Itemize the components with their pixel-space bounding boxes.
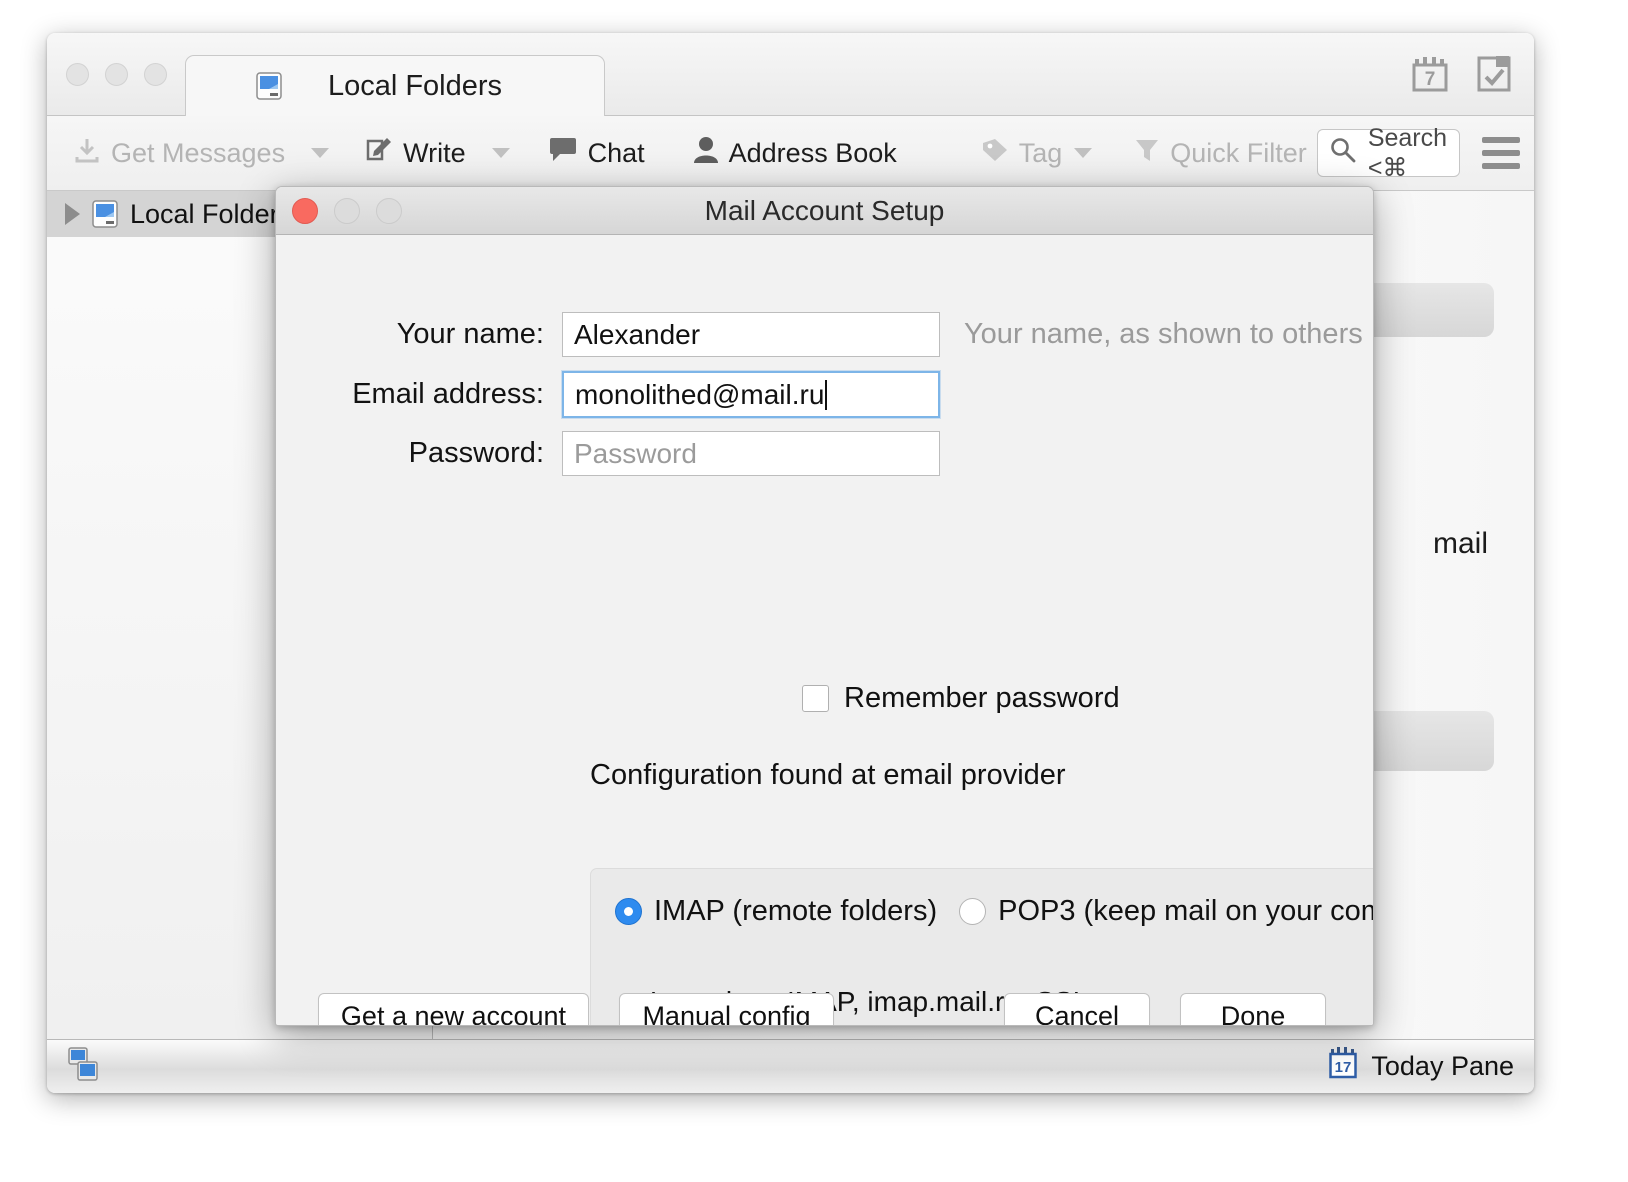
tab-label: Local Folders xyxy=(327,69,503,102)
remember-password-label: Remember password xyxy=(844,682,1120,714)
search-icon xyxy=(1330,137,1356,170)
manual-config-label: Manual config xyxy=(642,1001,811,1026)
pop3-label[interactable]: POP3 (keep mail on your computer) xyxy=(998,895,1373,928)
funnel-icon xyxy=(1134,137,1160,170)
hamburger-bar-1 xyxy=(1482,137,1521,143)
titlebar-icon-group: 7 xyxy=(1412,55,1512,98)
write-button[interactable]: Write xyxy=(355,132,476,175)
window-titlebar: Local Folders 7 xyxy=(47,33,1534,116)
person-icon xyxy=(693,136,719,171)
dialog-minimize-button[interactable] xyxy=(334,198,360,224)
get-messages-button[interactable]: Get Messages xyxy=(63,132,295,175)
chat-bubble-icon xyxy=(548,137,578,170)
local-folders-icon xyxy=(92,200,118,228)
zoom-window-button[interactable] xyxy=(144,63,167,86)
remember-password-row[interactable]: Remember password xyxy=(802,682,1120,715)
hamburger-menu-icon[interactable] xyxy=(1482,137,1521,169)
quick-filter-button[interactable]: Quick Filter xyxy=(1124,133,1317,174)
chat-label: Chat xyxy=(587,137,645,168)
remember-password-checkbox[interactable] xyxy=(802,685,829,712)
address-book-label: Address Book xyxy=(728,137,897,168)
svg-text:17: 17 xyxy=(1335,1059,1352,1076)
cancel-label: Cancel xyxy=(1034,1001,1120,1026)
download-icon xyxy=(73,136,101,171)
write-dropdown-icon[interactable] xyxy=(491,148,510,158)
tag-button[interactable]: Tag xyxy=(971,133,1111,174)
address-book-button[interactable]: Address Book xyxy=(683,132,907,175)
search-placeholder-label: Search <⌘ xyxy=(1367,123,1448,182)
tasks-icon[interactable] xyxy=(1476,55,1512,98)
quick-filter-label: Quick Filter xyxy=(1170,137,1307,168)
dialog-zoom-button[interactable] xyxy=(376,198,402,224)
svg-text:7: 7 xyxy=(1425,69,1436,90)
minimize-window-button[interactable] xyxy=(105,63,128,86)
dialog-body: Your name: Alexander Your name, as shown… xyxy=(276,235,1373,1025)
hamburger-bar-3 xyxy=(1482,163,1521,169)
status-bar: 17 Today Pane xyxy=(47,1039,1534,1093)
mail-account-setup-dialog: Mail Account Setup Your name: Alexander … xyxy=(275,186,1374,1026)
done-label: Done xyxy=(1220,1001,1286,1026)
chat-button[interactable]: Chat xyxy=(538,133,655,174)
field-row-email-address: Email address: monolithed@mail.ru xyxy=(315,371,940,418)
tag-dropdown-icon[interactable] xyxy=(1074,148,1093,158)
window-controls[interactable] xyxy=(66,63,167,86)
imap-label[interactable]: IMAP (remote folders) xyxy=(654,895,937,928)
desktop-background: Local Folders 7 Get Messages Write Chat … xyxy=(0,0,1628,1182)
get-a-new-account-button[interactable]: Get a new account xyxy=(318,993,589,1026)
password-input[interactable]: Password xyxy=(562,431,940,476)
email-address-input[interactable]: monolithed@mail.ru xyxy=(562,371,940,418)
offline-status-icon[interactable] xyxy=(67,1046,101,1087)
tag-icon xyxy=(981,137,1009,170)
today-pane-button[interactable]: 17 Today Pane xyxy=(1329,1046,1514,1087)
your-name-hint: Your name, as shown to others xyxy=(964,318,1363,350)
main-toolbar: Get Messages Write Chat Address Book Tag… xyxy=(47,116,1534,191)
background-text: mail xyxy=(1432,527,1488,560)
write-label: Write xyxy=(403,137,466,168)
done-button[interactable]: Done xyxy=(1180,993,1326,1026)
email-address-value: monolithed@mail.ru xyxy=(575,378,825,410)
dialog-close-button[interactable] xyxy=(292,198,318,224)
get-messages-label: Get Messages xyxy=(111,137,286,168)
hamburger-bar-2 xyxy=(1482,150,1521,156)
field-row-your-name: Your name: Alexander Your name, as shown… xyxy=(315,312,1363,357)
close-window-button[interactable] xyxy=(66,63,89,86)
folder-label: Local Folders xyxy=(130,198,293,229)
protocol-radio-group: IMAP (remote folders) POP3 (keep mail on… xyxy=(615,895,1373,928)
password-label: Password: xyxy=(408,437,544,469)
text-cursor xyxy=(825,379,828,410)
tag-label: Tag xyxy=(1018,137,1063,168)
password-placeholder-label: Password xyxy=(574,437,697,469)
pop3-radio[interactable] xyxy=(959,898,987,925)
your-name-label: Your name: xyxy=(396,318,544,350)
your-name-value: Alexander xyxy=(574,318,701,350)
search-input[interactable]: Search <⌘ xyxy=(1316,124,1461,182)
dialog-window-controls[interactable] xyxy=(292,198,402,224)
manual-config-button[interactable]: Manual config xyxy=(619,993,834,1026)
get-messages-dropdown-icon[interactable] xyxy=(311,148,330,158)
email-address-label: Email address: xyxy=(352,378,544,410)
pencil-icon xyxy=(365,136,393,171)
your-name-input[interactable]: Alexander xyxy=(562,312,940,357)
tab-local-folders[interactable]: Local Folders xyxy=(185,55,605,116)
chevron-right-icon[interactable] xyxy=(65,203,80,225)
today-pane-label: Today Pane xyxy=(1371,1051,1514,1081)
get-a-new-account-label: Get a new account xyxy=(340,1001,567,1026)
field-row-password: Password: Password xyxy=(315,431,940,476)
calendar-17-icon: 17 xyxy=(1329,1046,1359,1087)
dialog-titlebar: Mail Account Setup xyxy=(276,187,1373,235)
configuration-status-message: Configuration found at email provider xyxy=(590,759,1066,791)
dialog-title: Mail Account Setup xyxy=(704,194,945,226)
imap-radio[interactable] xyxy=(615,898,642,925)
cancel-button[interactable]: Cancel xyxy=(1004,993,1150,1026)
calendar-icon[interactable]: 7 xyxy=(1412,55,1448,98)
